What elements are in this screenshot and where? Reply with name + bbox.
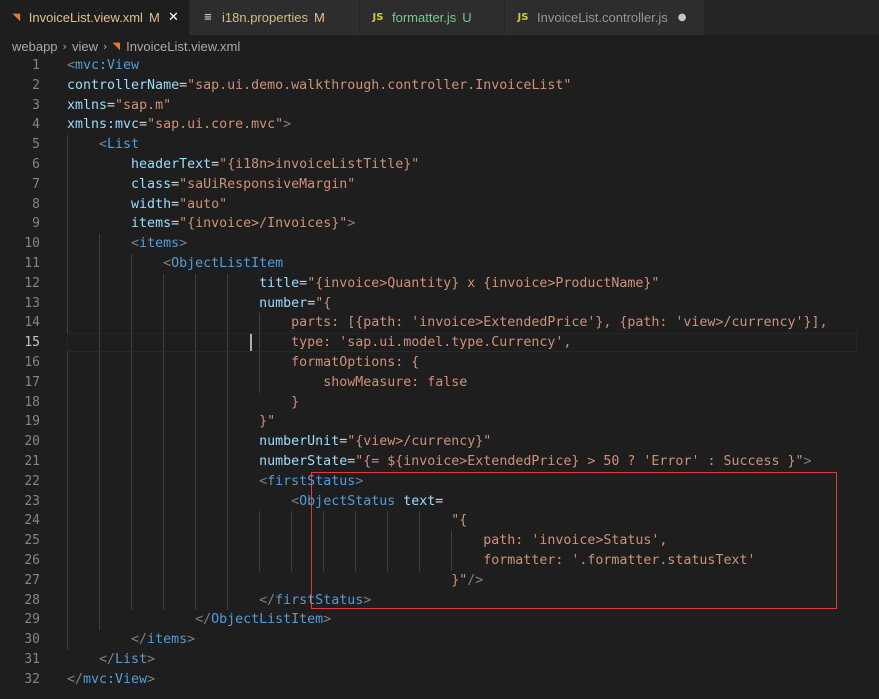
- code-line[interactable]: </firstStatus>: [67, 591, 879, 611]
- line-number: 12: [24, 275, 40, 291]
- line-number: 6: [32, 156, 40, 172]
- code-line[interactable]: </mvc:View>: [67, 670, 879, 690]
- line-number: 16: [24, 354, 40, 370]
- line-number: 3: [32, 97, 40, 113]
- code-line[interactable]: class="saUiResponsiveMargin": [67, 175, 879, 195]
- line-number: 32: [24, 671, 40, 687]
- code-line[interactable]: }"/>: [67, 571, 879, 591]
- code-line[interactable]: numberUnit="{view>/currency}": [67, 432, 879, 452]
- line-number: 4: [32, 117, 40, 133]
- code-line[interactable]: xmlns:mvc="sap.ui.core.mvc">: [67, 115, 879, 135]
- code-line[interactable]: <items>: [67, 234, 879, 254]
- editor-tab-bar: ◥ InvoiceList.view.xml M ✕ ≡ i18n.properties M…: [0, 0, 879, 35]
- line-number: 23: [24, 493, 40, 509]
- line-number: 1: [32, 58, 40, 73]
- code-editor[interactable]: 1 2 3 4 5 6 7 8 9 10 11 12 13 14 15 16 17 18 19 20 21 22 23 24 2…: [0, 56, 879, 699]
- code-area[interactable]: <mvc:View controllerName="sap.ui.demo.wal…: [67, 56, 879, 690]
- js-icon: JS: [517, 12, 529, 23]
- line-number: 11: [24, 255, 40, 271]
- line-number: 26: [24, 552, 40, 568]
- code-line[interactable]: </items>: [67, 630, 879, 650]
- line-number: 20: [24, 434, 40, 450]
- tab-label: InvoiceList.view.xml: [28, 10, 143, 25]
- line-number: 29: [24, 612, 40, 628]
- code-line[interactable]: formatter: '.formatter.statusText': [67, 551, 879, 571]
- line-number: 21: [24, 453, 40, 469]
- code-line[interactable]: path: 'invoice>Status',: [67, 531, 879, 551]
- code-line[interactable]: items="{invoice>/Invoices}">: [67, 214, 879, 234]
- js-icon: JS: [372, 12, 384, 23]
- line-number: 15: [24, 335, 40, 351]
- code-line[interactable]: <ObjectStatus text=: [67, 492, 879, 512]
- code-line[interactable]: <mvc:View: [67, 56, 879, 76]
- line-number: 7: [32, 176, 40, 192]
- rss-icon: ◥: [112, 40, 121, 52]
- code-line[interactable]: number="{: [67, 294, 879, 314]
- tab-formatter-js[interactable]: JS formatter.js U: [360, 0, 505, 35]
- line-number: 2: [32, 77, 40, 93]
- breadcrumb-folder-view[interactable]: view: [72, 39, 98, 54]
- code-line[interactable]: "{: [67, 511, 879, 531]
- properties-icon: ≡: [203, 12, 213, 23]
- line-number: 22: [24, 473, 40, 489]
- line-number: 30: [24, 632, 40, 648]
- line-number: 19: [24, 414, 40, 430]
- code-line[interactable]: <ObjectListItem: [67, 254, 879, 274]
- line-number: 31: [24, 651, 40, 667]
- rss-icon: ◥: [12, 12, 21, 23]
- close-icon[interactable]: ✕: [168, 10, 179, 25]
- code-line[interactable]: headerText="{i18n>invoiceListTitle}": [67, 155, 879, 175]
- code-line[interactable]: width="auto": [67, 195, 879, 215]
- chevron-right-icon: ›: [102, 39, 108, 53]
- code-line[interactable]: parts: [{path: 'invoice>ExtendedPrice'},…: [67, 313, 879, 333]
- code-line[interactable]: controllerName="sap.ui.demo.walkthrough.…: [67, 76, 879, 96]
- breadcrumb-file[interactable]: InvoiceList.view.xml: [126, 39, 240, 54]
- line-number: 8: [32, 196, 40, 212]
- unsaved-dot-icon[interactable]: ●: [678, 12, 687, 23]
- git-status-badge: M: [148, 10, 160, 25]
- line-number: 13: [24, 295, 40, 311]
- line-number: 17: [24, 374, 40, 390]
- code-line[interactable]: }: [67, 393, 879, 413]
- tab-i18n-properties[interactable]: ≡ i18n.properties M: [190, 0, 360, 35]
- code-line[interactable]: type: 'sap.ui.model.type.Currency',: [67, 333, 879, 353]
- code-line[interactable]: formatOptions: {: [67, 353, 879, 373]
- line-number: 28: [24, 592, 40, 608]
- git-status-badge: U: [462, 10, 472, 25]
- code-line[interactable]: <firstStatus>: [67, 472, 879, 492]
- tab-label: InvoiceList.controller.js: [537, 10, 668, 25]
- breadcrumb-folder-webapp[interactable]: webapp: [12, 39, 58, 54]
- line-number: 5: [32, 137, 40, 153]
- breadcrumb: webapp › view › ◥ InvoiceList.view.xml: [0, 35, 879, 57]
- code-line[interactable]: title="{invoice>Quantity} x {invoice>Pro…: [67, 274, 879, 294]
- code-line[interactable]: }": [67, 412, 879, 432]
- git-status-badge: M: [314, 10, 325, 25]
- code-line[interactable]: showMeasure: false: [67, 373, 879, 393]
- code-line[interactable]: numberState="{= ${invoice>ExtendedPrice}…: [67, 452, 879, 472]
- line-number: 25: [24, 533, 40, 549]
- line-number: 24: [24, 513, 40, 529]
- tab-invoicelist-view-xml[interactable]: ◥ InvoiceList.view.xml M ✕: [0, 0, 190, 35]
- code-line[interactable]: </List>: [67, 650, 879, 670]
- tab-label: i18n.properties: [222, 10, 308, 25]
- line-number: 10: [24, 236, 40, 252]
- line-number: 18: [24, 394, 40, 410]
- code-line[interactable]: <List: [67, 135, 879, 155]
- code-line[interactable]: xmlns="sap.m": [67, 96, 879, 116]
- line-number: 9: [32, 216, 40, 232]
- tab-invoicelist-controller-js[interactable]: JS InvoiceList.controller.js ●: [505, 0, 705, 35]
- line-number-gutter: 1 2 3 4 5 6 7 8 9 10 11 12 13 14 15 16 17 18 19 20 21 22 23 24 2…: [0, 56, 40, 690]
- line-number: 14: [24, 315, 40, 331]
- line-number: 27: [24, 572, 40, 588]
- chevron-right-icon: ›: [62, 39, 67, 53]
- code-line[interactable]: </ObjectListItem>: [67, 610, 879, 630]
- tab-label: formatter.js: [392, 10, 457, 25]
